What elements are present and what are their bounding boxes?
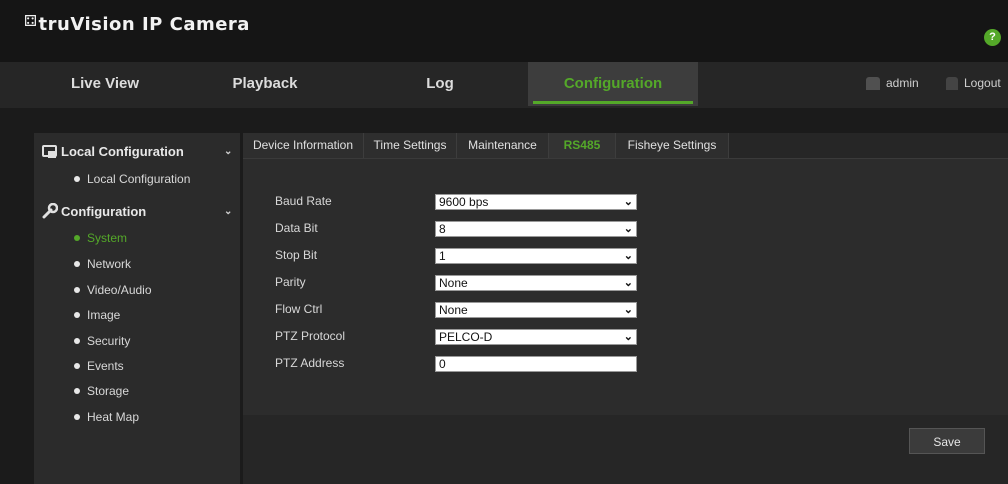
main-nav: Live View Playback Log Configuration adm… [0, 62, 1008, 108]
chevron-down-icon: ⌄ [224, 146, 233, 157]
data-bit-select[interactable]: 8 ⌄ [435, 221, 637, 237]
ptz-protocol-value: PELCO-D [439, 330, 493, 344]
content-area: Device Information Time Settings Mainten… [243, 133, 1008, 484]
logout-icon [946, 77, 958, 91]
chevron-down-icon: ⌄ [623, 196, 633, 208]
bullet-icon [74, 337, 80, 344]
sidebar-item-label: Local Configuration [87, 172, 191, 186]
bullet-icon [74, 387, 80, 394]
sidebar-group-label: Configuration [61, 204, 147, 219]
bullet-icon [74, 260, 80, 267]
sidebar-item-label: Storage [87, 384, 130, 398]
sidebar-item-label: Events [87, 359, 124, 373]
parity-value: None [439, 276, 468, 290]
sidebar-item-label: Security [87, 334, 131, 348]
sidebar-item-label: Video/Audio [87, 283, 152, 297]
wrench-icon [42, 203, 58, 219]
ptz-protocol-select[interactable]: PELCO-D ⌄ [435, 329, 637, 345]
ptz-address-input[interactable] [435, 356, 637, 372]
bullet-icon [74, 175, 80, 182]
brand-mark-icon: ⚃ [24, 12, 38, 30]
nav-tab-log[interactable]: Log [385, 62, 495, 106]
ptz-address-label: PTZ Address [275, 356, 345, 370]
save-button[interactable]: Save [909, 428, 985, 454]
baud-rate-select[interactable]: 9600 bps ⌄ [435, 194, 637, 210]
tab-maintenance[interactable]: Maintenance [457, 133, 549, 158]
sidebar-item-label: System [87, 231, 128, 245]
flow-ctrl-label: Flow Ctrl [275, 302, 323, 316]
tab-device-information[interactable]: Device Information [243, 133, 364, 158]
sidebar-item-label: Image [87, 308, 121, 322]
logout-label: Logout [964, 76, 1001, 90]
app-logo: ⚃truVision IP Camera [24, 12, 250, 35]
bullet-icon [74, 362, 80, 369]
active-tab-underline [533, 101, 693, 104]
stop-bit-label: Stop Bit [275, 248, 318, 262]
rs485-settings-panel: Baud Rate 9600 bps ⌄ Data Bit 8 ⌄ Stop Bit… [243, 159, 1008, 415]
baud-rate-value: 9600 bps [439, 195, 489, 209]
nav-tab-configuration-label: Configuration [563, 75, 663, 92]
chevron-down-icon: ⌄ [623, 277, 633, 289]
bullet-icon [74, 311, 80, 318]
stop-bit-value: 1 [439, 249, 446, 263]
sidebar-item-label: Heat Map [87, 410, 140, 424]
chevron-down-icon: ⌄ [623, 223, 633, 235]
parity-label: Parity [275, 275, 306, 289]
flow-ctrl-value: None [439, 303, 468, 317]
tab-rs485[interactable]: RS485 [549, 133, 616, 158]
user-menu[interactable]: admin [866, 76, 919, 91]
bullet-icon [74, 286, 80, 293]
help-icon[interactable]: ? [984, 29, 1001, 46]
stop-bit-select[interactable]: 1 ⌄ [435, 248, 637, 264]
tab-fisheye-settings[interactable]: Fisheye Settings [616, 133, 729, 158]
app-header: ⚃truVision IP Camera ? [0, 0, 1008, 62]
settings-tab-bar: Device Information Time Settings Mainten… [243, 133, 1008, 159]
chevron-down-icon: ⌄ [623, 331, 633, 343]
tab-time-settings[interactable]: Time Settings [364, 133, 457, 158]
sidebar: Local Configuration ⌄ Local Configuratio… [34, 133, 240, 484]
chevron-down-icon: ⌄ [224, 206, 233, 217]
nav-tab-configuration[interactable]: Configuration [528, 62, 698, 106]
baud-rate-label: Baud Rate [275, 194, 332, 208]
chevron-down-icon: ⌄ [623, 250, 633, 262]
monitor-icon [42, 145, 57, 158]
nav-tab-live-view[interactable]: Live View [40, 62, 170, 106]
flow-ctrl-select[interactable]: None ⌄ [435, 302, 637, 318]
logout-button[interactable]: Logout [946, 76, 1001, 91]
data-bit-label: Data Bit [275, 221, 318, 235]
nav-tab-playback[interactable]: Playback [215, 62, 315, 106]
app-title: truVision IP Camera [38, 14, 250, 35]
ptz-protocol-label: PTZ Protocol [275, 329, 346, 343]
sidebar-item-label: Network [87, 257, 132, 271]
bullet-icon [74, 234, 80, 241]
username: admin [886, 76, 919, 90]
bullet-icon [74, 413, 80, 420]
parity-select[interactable]: None ⌄ [435, 275, 637, 291]
data-bit-value: 8 [439, 222, 446, 236]
sidebar-group-label: Local Configuration [61, 144, 184, 159]
user-icon [866, 77, 880, 91]
chevron-down-icon: ⌄ [623, 304, 633, 316]
